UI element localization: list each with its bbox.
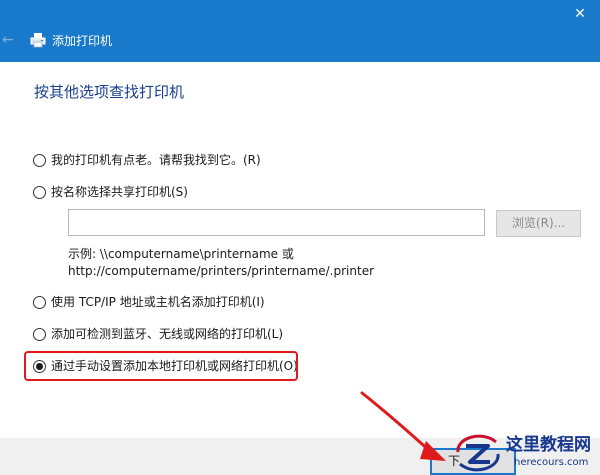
close-button[interactable]: ✕ — [560, 0, 600, 28]
close-icon: ✕ — [574, 6, 586, 22]
example-text-line2: http://computername/printers/printername… — [68, 264, 375, 278]
option-tcp-ip[interactable]: 使用 TCP/IP 地址或主机名添加打印机(I) — [33, 293, 265, 311]
page-heading: 按其他选项查找打印机 — [34, 83, 185, 101]
option-old-printer[interactable]: 我的打印机有点老。请帮我找到它。(R) — [33, 151, 261, 169]
back-arrow-icon: ← — [2, 32, 14, 48]
watermark-url: herecours.com — [514, 457, 589, 468]
radio-button[interactable] — [33, 153, 46, 167]
watermark: 这里教程网 herecours.com — [452, 432, 600, 475]
option-shared-printer-by-name[interactable]: 按名称选择共享打印机(S) — [33, 183, 188, 201]
back-button[interactable]: ← — [2, 30, 20, 50]
option-label: 使用 TCP/IP 地址或主机名添加打印机(I) — [51, 295, 265, 309]
red-arrow-annotation — [360, 391, 446, 461]
printer-icon — [30, 33, 46, 48]
shared-printer-name-input[interactable] — [68, 209, 485, 236]
highlight-annotation — [24, 351, 298, 381]
example-text-line1: 示例: \\computername\printername 或 — [68, 247, 294, 261]
watermark-title: 这里教程网 — [506, 435, 591, 455]
watermark-logo-icon — [456, 434, 500, 472]
option-label: 我的打印机有点老。请帮我找到它。(R) — [51, 153, 261, 167]
option-label: 添加可检测到蓝牙、无线或网络的打印机(L) — [51, 327, 284, 341]
browse-button[interactable]: 浏览(R)... — [496, 210, 581, 237]
radio-button[interactable] — [33, 295, 46, 309]
title-bar: ✕ ← 添加打印机 — [0, 0, 600, 62]
radio-button[interactable] — [33, 327, 46, 341]
option-label: 按名称选择共享打印机(S) — [51, 185, 188, 199]
option-bluetooth-wireless[interactable]: 添加可检测到蓝牙、无线或网络的打印机(L) — [33, 325, 283, 343]
radio-button[interactable] — [33, 185, 46, 199]
window-title: 添加打印机 — [52, 34, 113, 48]
